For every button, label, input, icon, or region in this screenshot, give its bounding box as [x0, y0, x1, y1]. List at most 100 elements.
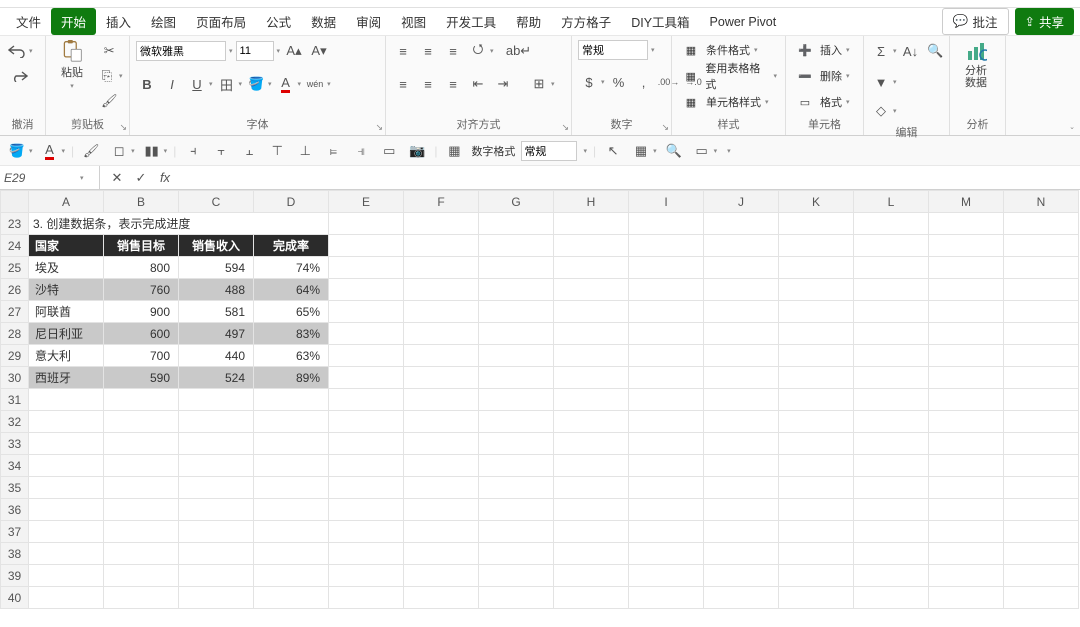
- autosum-button[interactable]: Σ: [870, 40, 892, 62]
- select-all-corner[interactable]: [1, 191, 29, 213]
- cell-D27[interactable]: 65%: [254, 301, 329, 323]
- cell-K39[interactable]: [779, 565, 854, 587]
- cell-K26[interactable]: [779, 279, 854, 301]
- menu-file[interactable]: 文件: [6, 8, 51, 35]
- cell-I33[interactable]: [629, 433, 704, 455]
- cell-F33[interactable]: [404, 433, 479, 455]
- fill-dropdown[interactable]: ▾: [893, 78, 897, 86]
- cell-F30[interactable]: [404, 367, 479, 389]
- merge-button[interactable]: ⊞: [528, 73, 550, 95]
- cell-L33[interactable]: [854, 433, 929, 455]
- cell-J30[interactable]: [704, 367, 779, 389]
- cell-F27[interactable]: [404, 301, 479, 323]
- cell-L37[interactable]: [854, 521, 929, 543]
- cell-A36[interactable]: [29, 499, 104, 521]
- number-format-select[interactable]: [578, 40, 648, 60]
- currency-button[interactable]: $: [578, 71, 600, 93]
- cell-N39[interactable]: [1004, 565, 1079, 587]
- cell-N33[interactable]: [1004, 433, 1079, 455]
- qat-distribute-h[interactable]: ⫢: [322, 140, 344, 162]
- cell-F25[interactable]: [404, 257, 479, 279]
- cell-M32[interactable]: [929, 411, 1004, 433]
- qat-distribute-v[interactable]: ⫣: [350, 140, 372, 162]
- cell-K31[interactable]: [779, 389, 854, 411]
- row-header-33[interactable]: 33: [1, 433, 29, 455]
- cell-B26[interactable]: 760: [104, 279, 179, 301]
- cell-B24[interactable]: 销售目标: [104, 235, 179, 257]
- cell-I34[interactable]: [629, 455, 704, 477]
- clipboard-launcher[interactable]: ↘: [119, 122, 127, 133]
- col-header-D[interactable]: D: [254, 191, 329, 213]
- cell-N27[interactable]: [1004, 301, 1079, 323]
- cell-A30[interactable]: 西班牙: [29, 367, 104, 389]
- cell-M26[interactable]: [929, 279, 1004, 301]
- cell-C40[interactable]: [179, 587, 254, 609]
- cell-N35[interactable]: [1004, 477, 1079, 499]
- cell-M34[interactable]: [929, 455, 1004, 477]
- sort-button[interactable]: A↓: [900, 40, 922, 62]
- qat-freeze[interactable]: ▦: [630, 140, 652, 162]
- cell-D35[interactable]: [254, 477, 329, 499]
- cell-A29[interactable]: 意大利: [29, 345, 104, 367]
- qat-align-4[interactable]: ⊤: [266, 140, 288, 162]
- cell-G36[interactable]: [479, 499, 554, 521]
- cell-L35[interactable]: [854, 477, 929, 499]
- qat-align-3[interactable]: ⫠: [238, 140, 260, 162]
- cell-I35[interactable]: [629, 477, 704, 499]
- cell-J25[interactable]: [704, 257, 779, 279]
- cell-H23[interactable]: [554, 213, 629, 235]
- cell-I29[interactable]: [629, 345, 704, 367]
- cell-F29[interactable]: [404, 345, 479, 367]
- cell-N28[interactable]: [1004, 323, 1079, 345]
- cell-B25[interactable]: 800: [104, 257, 179, 279]
- cell-J39[interactable]: [704, 565, 779, 587]
- cell-B31[interactable]: [104, 389, 179, 411]
- cell-E24[interactable]: [329, 235, 404, 257]
- menu-formulas[interactable]: 公式: [256, 8, 301, 35]
- cut-button[interactable]: ✂: [98, 40, 120, 62]
- cell-N37[interactable]: [1004, 521, 1079, 543]
- align-left-button[interactable]: ≡: [392, 73, 414, 95]
- delete-cells-button[interactable]: ➖删除▾: [792, 66, 852, 86]
- align-bottom-button[interactable]: ≡: [442, 40, 464, 62]
- cell-B36[interactable]: [104, 499, 179, 521]
- clear-button[interactable]: ◇: [870, 100, 892, 122]
- row-header-25[interactable]: 25: [1, 257, 29, 279]
- cell-C30[interactable]: 524: [179, 367, 254, 389]
- increase-font-button[interactable]: A▴: [283, 40, 305, 62]
- cell-E37[interactable]: [329, 521, 404, 543]
- cell-D30[interactable]: 89%: [254, 367, 329, 389]
- cell-L23[interactable]: [854, 213, 929, 235]
- cell-G34[interactable]: [479, 455, 554, 477]
- cell-H27[interactable]: [554, 301, 629, 323]
- cell-L30[interactable]: [854, 367, 929, 389]
- paste-button[interactable]: 粘贴▾: [52, 40, 92, 90]
- qat-shape[interactable]: ◻: [108, 140, 130, 162]
- cell-J32[interactable]: [704, 411, 779, 433]
- col-header-H[interactable]: H: [554, 191, 629, 213]
- decrease-indent-button[interactable]: ⇤: [467, 73, 489, 95]
- cell-G26[interactable]: [479, 279, 554, 301]
- row-header-27[interactable]: 27: [1, 301, 29, 323]
- cell-L34[interactable]: [854, 455, 929, 477]
- cell-G37[interactable]: [479, 521, 554, 543]
- cell-N31[interactable]: [1004, 389, 1079, 411]
- cell-N40[interactable]: [1004, 587, 1079, 609]
- cell-H24[interactable]: [554, 235, 629, 257]
- fill-button[interactable]: ▼: [870, 71, 892, 93]
- cell-L28[interactable]: [854, 323, 929, 345]
- italic-button[interactable]: I: [161, 73, 183, 95]
- row-header-34[interactable]: 34: [1, 455, 29, 477]
- cell-L26[interactable]: [854, 279, 929, 301]
- font-name-dropdown[interactable]: ▾: [229, 47, 233, 55]
- qat-fillcolor[interactable]: 🪣: [6, 140, 28, 162]
- cell-F23[interactable]: [404, 213, 479, 235]
- cell-N26[interactable]: [1004, 279, 1079, 301]
- cell-F39[interactable]: [404, 565, 479, 587]
- cell-B32[interactable]: [104, 411, 179, 433]
- cell-L38[interactable]: [854, 543, 929, 565]
- cell-F24[interactable]: [404, 235, 479, 257]
- cell-E38[interactable]: [329, 543, 404, 565]
- cell-K37[interactable]: [779, 521, 854, 543]
- format-cells-button[interactable]: ▭格式▾: [792, 92, 852, 112]
